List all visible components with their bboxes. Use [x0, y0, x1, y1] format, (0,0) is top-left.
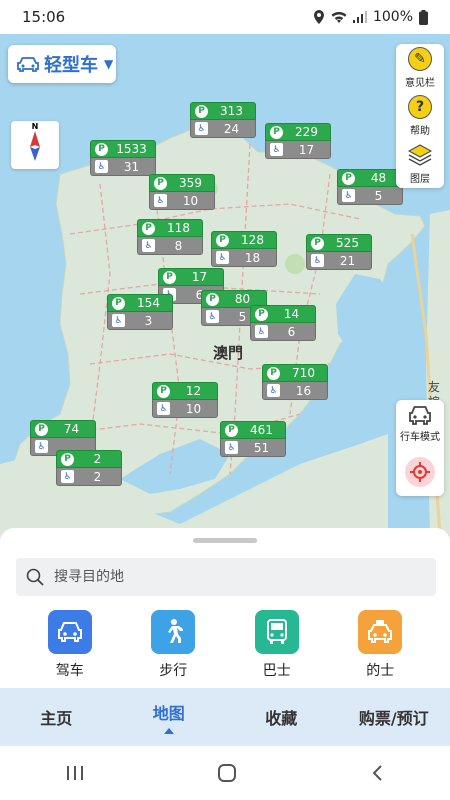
map-view[interactable]: 澳門 友誼大橋 P313 ♿24 P229 ♿17 P1533 ♿31 P359…: [0, 34, 450, 534]
vehicle-type-selector[interactable]: 轻型车 ▼: [8, 45, 116, 83]
layers-icon: [407, 144, 433, 166]
parking-icon: P: [225, 423, 238, 437]
chevron-down-icon: ▼: [104, 57, 114, 71]
wheelchair-icon: ♿: [61, 470, 74, 483]
parking-marker[interactable]: P 48 ♿ 5: [337, 169, 403, 205]
map-tools-lower: 行车模式: [396, 400, 444, 496]
drive-mode-button[interactable]: 行车模式: [396, 400, 444, 448]
tab-favorites[interactable]: 收藏: [225, 688, 338, 746]
help-icon: ?: [408, 95, 432, 119]
signal-icon: [352, 11, 367, 23]
wheelchair-icon: ♿: [311, 254, 324, 267]
parking-icon: P: [311, 236, 324, 250]
system-navigation-bar: [0, 746, 450, 800]
battery-percent: 100%: [372, 9, 413, 25]
parking-marker[interactable]: P 461 ♿ 51: [220, 421, 286, 457]
city-label: 澳門: [213, 344, 244, 362]
help-button[interactable]: ? 帮助: [396, 92, 444, 140]
tab-tickets[interactable]: 购票/预订: [338, 688, 450, 746]
location-icon: [313, 10, 324, 24]
travel-modes: 驾车 步行 巴士 的士: [0, 610, 450, 680]
taxi-icon: [368, 620, 393, 643]
parking-icon: P: [142, 221, 155, 235]
parking-marker[interactable]: P 1533 ♿ 31: [90, 140, 156, 176]
map-tools: ✎ 意见栏 ? 帮助 图层: [396, 44, 444, 188]
parking-marker[interactable]: P 12 ♿ 10: [152, 382, 218, 418]
parking-icon: P: [154, 176, 167, 190]
parking-icon: P: [95, 142, 108, 156]
search-bar[interactable]: [16, 558, 436, 596]
mode-walk[interactable]: 步行: [138, 610, 208, 680]
feedback-button[interactable]: ✎ 意见栏: [396, 44, 444, 92]
status-time: 15:06: [22, 8, 66, 26]
wheelchair-icon: ♿: [95, 160, 108, 173]
locate-icon: [410, 462, 430, 482]
parking-marker[interactable]: P 229 ♿ 17: [265, 123, 331, 159]
search-icon: [26, 568, 44, 586]
parking-icon: P: [195, 104, 208, 118]
wheelchair-icon: ♿: [142, 239, 155, 252]
compass-icon: [30, 131, 40, 161]
parking-icon: P: [35, 422, 48, 436]
layers-button[interactable]: 图层: [396, 140, 444, 188]
car-icon: [17, 57, 39, 72]
tab-map[interactable]: 地图: [113, 688, 226, 746]
parking-marker[interactable]: P 14 ♿ 6: [250, 305, 316, 341]
wheelchair-icon: ♿: [206, 310, 219, 323]
wheelchair-icon: ♿: [225, 441, 238, 454]
wheelchair-icon: ♿: [342, 189, 355, 202]
compass[interactable]: N: [11, 121, 59, 169]
tab-home[interactable]: 主页: [0, 688, 113, 746]
car-front-icon: [409, 406, 431, 425]
home-icon[interactable]: [217, 763, 237, 783]
parking-marker[interactable]: P 525 ♿ 21: [306, 234, 372, 270]
back-icon[interactable]: [370, 764, 384, 782]
parking-icon: P: [157, 384, 170, 398]
parking-icon: P: [342, 171, 355, 185]
wheelchair-icon: ♿: [267, 384, 280, 397]
parking-marker[interactable]: P 118 ♿ 8: [137, 219, 203, 255]
mode-bus[interactable]: 巴士: [242, 610, 312, 680]
wifi-icon: [331, 11, 347, 23]
bottom-tab-bar: 主页 地图 收藏 购票/预订: [0, 688, 450, 746]
parking-marker[interactable]: P 710 ♿ 16: [262, 364, 328, 400]
bus-icon: [266, 619, 287, 644]
active-tab-indicator: [163, 728, 174, 734]
wheelchair-icon: ♿: [35, 440, 48, 453]
bottom-sheet: 驾车 步行 巴士 的士: [0, 528, 450, 688]
parking-marker[interactable]: P 128 ♿ 18: [211, 231, 277, 267]
parking-marker[interactable]: P 313 ♿ 24: [190, 102, 256, 138]
status-bar: 15:06 100%: [0, 0, 450, 34]
wheelchair-icon: ♿: [216, 251, 229, 264]
parking-marker[interactable]: P 359 ♿ 10: [149, 174, 215, 210]
parking-icon: P: [163, 270, 176, 284]
car-icon: [57, 622, 82, 642]
parking-icon: P: [61, 452, 74, 466]
wheelchair-icon: ♿: [270, 143, 283, 156]
parking-icon: P: [206, 292, 219, 306]
walk-icon: [168, 619, 184, 643]
wheelchair-icon: ♿: [157, 402, 170, 415]
edit-icon: ✎: [408, 47, 432, 71]
parking-icon: P: [255, 307, 268, 321]
parking-icon: P: [267, 366, 280, 380]
wheelchair-icon: ♿: [154, 194, 167, 207]
vehicle-type-label: 轻型车: [44, 55, 98, 76]
locate-button[interactable]: [396, 448, 444, 496]
battery-icon: [419, 9, 428, 25]
wheelchair-icon: ♿: [112, 314, 125, 327]
mode-drive[interactable]: 驾车: [35, 610, 105, 680]
parking-marker[interactable]: P 154 ♿ 3: [107, 294, 173, 330]
parking-icon: P: [216, 233, 229, 247]
sheet-drag-handle[interactable]: [193, 538, 257, 543]
search-input[interactable]: [54, 569, 414, 585]
wheelchair-icon: ♿: [195, 122, 208, 135]
wheelchair-icon: ♿: [255, 325, 268, 338]
parking-icon: P: [112, 296, 125, 310]
parking-icon: P: [270, 125, 283, 139]
mode-taxi[interactable]: 的士: [345, 610, 415, 680]
recent-apps-icon[interactable]: [66, 765, 84, 781]
parking-marker[interactable]: P2 ♿ 2: [56, 450, 122, 486]
